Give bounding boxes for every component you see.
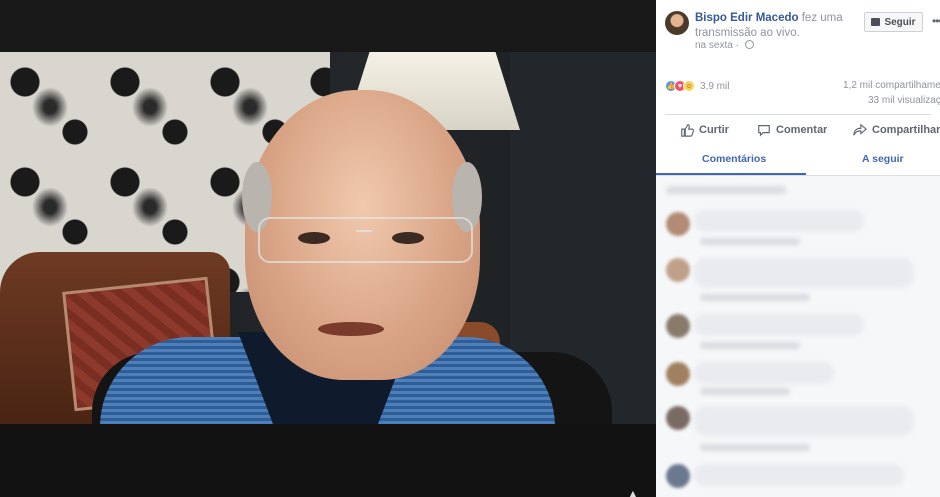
reactions-summary[interactable]: 👍 ♥ ☺ 3,9 mil	[665, 80, 729, 92]
tab-comments[interactable]: Comentários	[702, 153, 766, 165]
post-sidebar: Bispo Edir Macedo fez uma transmissão ao…	[656, 0, 940, 497]
comment-meta-blurred	[700, 238, 800, 245]
comment-avatar[interactable]	[666, 258, 690, 282]
video-frame[interactable]	[0, 52, 656, 424]
comment-avatar[interactable]	[666, 212, 690, 236]
tab-up-next[interactable]: A seguir	[862, 153, 904, 165]
comment-bubble	[694, 464, 904, 486]
comment-meta-blurred	[700, 388, 790, 395]
comment-avatar[interactable]	[666, 406, 690, 430]
video-bottom-bar	[0, 424, 656, 497]
share-arrow-icon	[853, 123, 867, 136]
comment-avatar[interactable]	[666, 464, 690, 488]
comment-bubble	[694, 362, 834, 384]
follow-button[interactable]: Seguir	[864, 12, 923, 32]
post-headline: Bispo Edir Macedo fez uma transmissão ao…	[695, 11, 865, 41]
speaker-mouth	[318, 322, 384, 336]
globe-icon	[744, 40, 754, 49]
comment-bubble	[694, 406, 914, 436]
author-avatar[interactable]	[665, 11, 689, 35]
reaction-count: 3,9 mil	[700, 80, 730, 92]
comment-bubble	[694, 210, 864, 232]
follow-icon	[871, 18, 881, 26]
follow-label: Seguir	[884, 16, 916, 28]
stats-divider	[665, 114, 931, 115]
haha-reaction-icon: ☺	[683, 80, 695, 92]
live-video-player[interactable]: ▲	[0, 0, 656, 497]
comment-avatar[interactable]	[666, 314, 690, 338]
comment-meta-blurred	[700, 342, 800, 349]
post-time[interactable]: na sexta	[695, 40, 733, 51]
view-count: 33 mil visualizações	[868, 95, 940, 106]
more-options-button[interactable]: •••	[932, 14, 940, 28]
comment-bubble	[694, 258, 914, 288]
share-label: Compartilhar	[872, 124, 940, 136]
comment-bubble	[694, 314, 864, 336]
comment-button[interactable]: Comentar	[757, 123, 827, 137]
comment-meta-blurred	[700, 294, 810, 301]
like-button[interactable]: Curtir	[680, 123, 729, 137]
glasses-bridge	[356, 230, 372, 236]
speech-bubble-icon	[758, 125, 770, 137]
comments-header-blurred	[666, 186, 786, 194]
comment-label: Comentar	[776, 124, 828, 136]
panel-tabs: Comentários A seguir	[656, 146, 940, 176]
post-stats: 👍 ♥ ☺ 3,9 mil 1,2 mil compartilhamentos …	[656, 76, 940, 110]
video-top-bar	[0, 0, 656, 52]
post-actions: Curtir Comentar Compartilhar	[656, 118, 940, 144]
post-header: Bispo Edir Macedo fez uma transmissão ao…	[656, 0, 940, 66]
comment-meta-blurred	[700, 444, 810, 451]
mouse-cursor-icon: ▲	[626, 486, 640, 497]
author-name[interactable]: Bispo Edir Macedo	[695, 12, 799, 24]
post-meta: na sexta ·	[695, 40, 754, 51]
thumbs-up-icon	[681, 124, 694, 137]
comment-avatar[interactable]	[666, 362, 690, 386]
comment-list[interactable]	[656, 176, 940, 497]
like-label: Curtir	[699, 124, 729, 136]
speaker-glasses	[258, 217, 473, 263]
share-button[interactable]: Compartilhar	[853, 123, 940, 137]
share-count[interactable]: 1,2 mil compartilhamentos	[843, 80, 940, 91]
